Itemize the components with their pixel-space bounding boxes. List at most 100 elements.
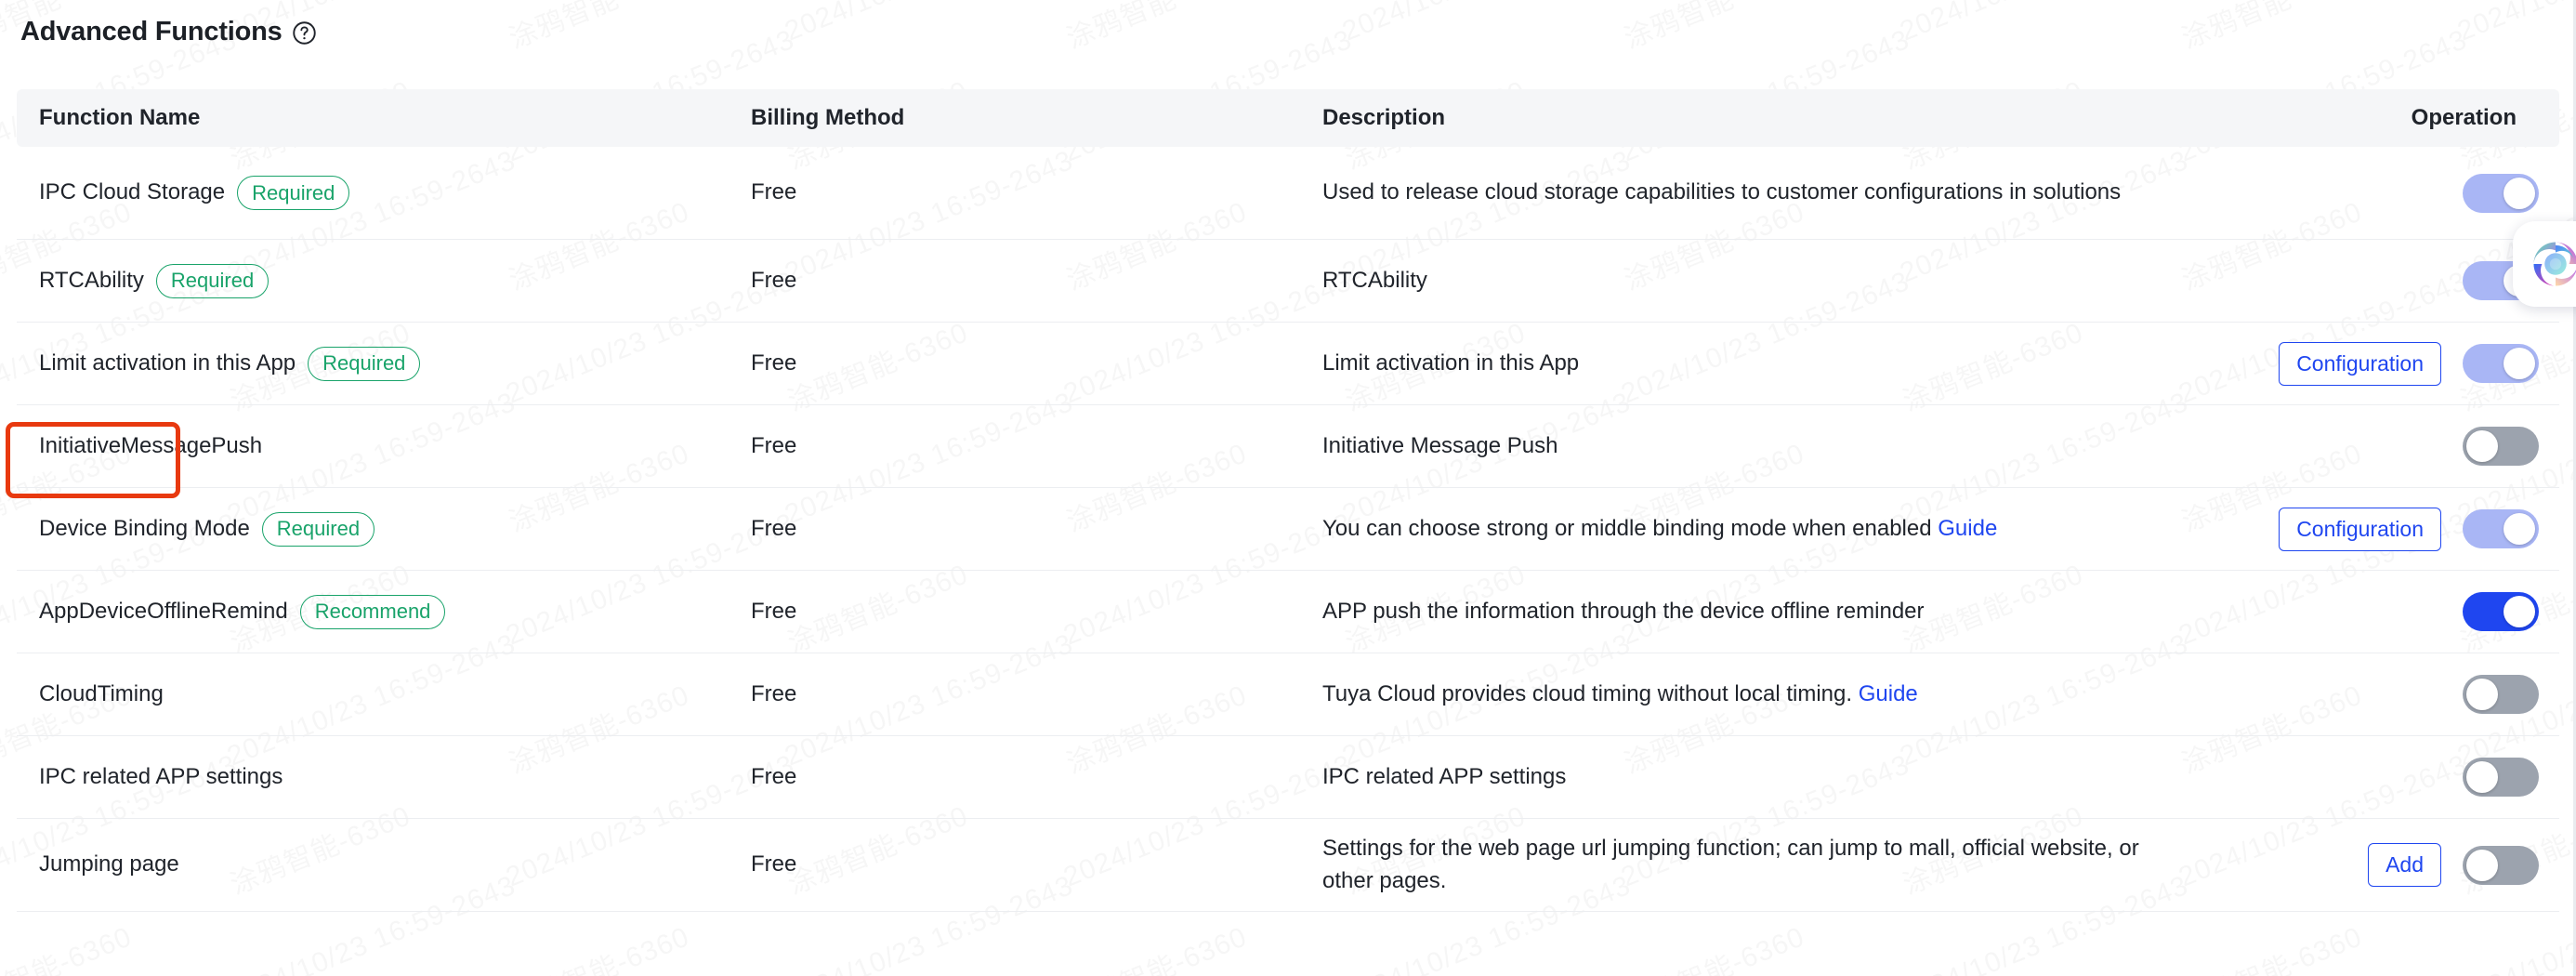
cell-operation [2196,675,2559,714]
table-row: InitiativeMessagePush Free Initiative Mess… [17,405,2559,488]
cell-function-name: Device Binding Mode Required [17,511,751,547]
function-name-label: IPC Cloud Storage [39,179,226,205]
cell-description: Initiative Message Push [1322,430,2196,462]
cell-function-name: IPC related APP settings [17,761,751,793]
cell-billing-method: Free [751,763,797,789]
description-text: Limit activation in this App [1322,350,1580,376]
description-text: APP push the information through the dev… [1322,598,1925,624]
status-badge: Required [155,263,269,298]
function-name-label: AppDeviceOfflineRemind [39,598,288,624]
ai-assistant-swirl-icon [2533,242,2576,286]
page-title-row: Advanced Functions [20,17,317,47]
watermark-text: 涂鸦智能-6360 [1617,914,1809,976]
watermark-text: 涂鸦智能-6360 [2175,914,2367,976]
cell-description: RTCAbility [1322,265,2196,297]
cell-billing-method: Free [751,598,797,624]
enable-toggle[interactable] [2463,509,2539,548]
function-name-label: Device Binding Mode [39,515,250,541]
cell-operation [2196,592,2559,631]
cell-billing-method: Free [751,851,797,877]
cell-billing-method: Free [751,350,797,376]
table-row: IPC Cloud Storage Required Free Used to rel… [17,147,2559,240]
configuration-button[interactable]: Configuration [2279,341,2441,386]
enable-toggle[interactable] [2463,758,2539,797]
table-row: Jumping page Free Settings for the web pag… [17,819,2559,912]
enable-toggle[interactable] [2463,592,2539,631]
cell-description: Settings for the web page url jumping fu… [1322,833,2196,896]
table-row: RTCAbility Required Free RTCAbility [17,240,2559,323]
status-badge: Required [261,511,375,547]
watermark-text: 涂鸦智能-6360 [1059,0,1252,57]
watermark-text: 2024/10/23 16:59-2643 [781,0,1078,48]
cell-description: You can choose strong or middle binding … [1322,513,2196,545]
enable-toggle[interactable] [2463,845,2539,885]
column-header-description: Description [1322,105,1446,130]
function-name-label: Jumping page [39,851,179,877]
cell-operation: Add [2196,843,2559,887]
watermark-text: 涂鸦智能-6360 [0,914,137,976]
table-row: Limit activation in this App Required Free… [17,323,2559,405]
cell-description: IPC related APP settings [1322,761,2196,793]
toggle-knob [2466,430,2498,462]
function-name-label: InitiativeMessagePush [39,432,263,458]
question-circle-icon[interactable] [292,20,317,46]
cell-billing-method: Free [751,267,797,293]
table-body: IPC Cloud Storage Required Free Used to rel… [17,147,2559,912]
function-name-label: Limit activation in this App [39,350,296,376]
cell-description: Limit activation in this App [1322,348,2196,379]
cell-operation: Configuration [2196,507,2559,551]
page-title: Advanced Functions [20,17,283,46]
cell-function-name: IPC Cloud Storage Required [17,176,751,210]
toggle-knob [2466,849,2498,881]
cell-billing-method: Free [751,515,797,541]
enable-toggle[interactable] [2463,173,2539,213]
guide-link[interactable]: Guide [1938,516,1997,541]
toggle-knob [2504,596,2535,627]
enable-toggle[interactable] [2463,344,2539,383]
enable-toggle[interactable] [2463,675,2539,714]
cell-description: Tuya Cloud provides cloud timing without… [1322,679,2196,710]
cell-operation [2196,427,2559,466]
function-name-label: IPC related APP settings [39,763,283,789]
column-header-operation: Operation [2411,105,2517,130]
guide-link[interactable]: Guide [1859,681,1918,706]
watermark-text: 涂鸦智能-6360 [502,914,694,976]
table-row: CloudTiming Free Tuya Cloud provides cloud… [17,653,2559,736]
add-button[interactable]: Add [2368,843,2441,887]
cell-description: APP push the information through the dev… [1322,596,2196,627]
watermark-text: 涂鸦智能-6360 [1617,0,1809,57]
cell-billing-method: Free [751,680,797,706]
watermark-text: 2024/10/23 16:59-2643 [2453,0,2576,48]
cell-operation [2196,758,2559,797]
description-text: Initiative Message Push [1322,432,1558,458]
toggle-knob [2466,761,2498,793]
toggle-knob [2504,513,2535,545]
cell-operation [2196,261,2559,300]
column-header-function-name: Function Name [39,105,201,130]
cell-function-name: RTCAbility Required [17,263,751,298]
cell-operation: Configuration [2196,341,2559,386]
cell-function-name: AppDeviceOfflineRemind Recommend [17,594,751,629]
description-text: Used to release cloud storage capabiliti… [1322,179,2122,205]
configuration-button[interactable]: Configuration [2279,507,2441,551]
description-text: IPC related APP settings [1322,763,1567,789]
function-name-label: RTCAbility [39,267,144,293]
cell-function-name: CloudTiming [17,679,751,710]
status-badge: Required [237,176,350,210]
watermark-text: 2024/10/23 16:59-2643 [1338,0,1636,48]
watermark-text: 2024/10/23 16:59-2643 [1896,0,2193,48]
cell-function-name: InitiativeMessagePush [17,430,751,462]
cell-billing-method: Free [751,179,797,205]
toggle-knob [2466,679,2498,710]
status-badge: Required [308,346,421,381]
cell-billing-method: Free [751,432,797,458]
description-text: Settings for the web page url jumping fu… [1322,836,2139,893]
description-text: Tuya Cloud provides cloud timing without… [1322,680,1853,706]
cell-operation [2196,173,2559,213]
ai-assistant-widget[interactable] [2513,221,2576,307]
toggle-knob [2504,177,2535,209]
status-badge: Recommend [299,594,446,629]
table-row: IPC related APP settings Free IPC related … [17,736,2559,819]
enable-toggle[interactable] [2463,427,2539,466]
table-row: AppDeviceOfflineRemind Recommend Free APP p… [17,571,2559,653]
